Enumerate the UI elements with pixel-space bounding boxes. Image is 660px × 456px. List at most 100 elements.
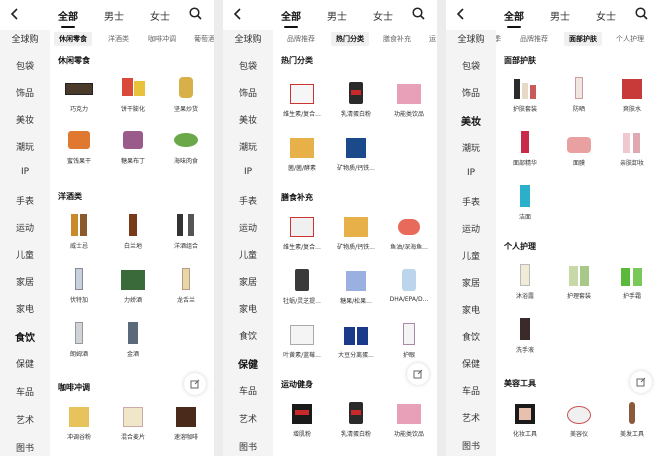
product-oyster[interactable]: 牡蛎/灵芝提...: [276, 267, 328, 305]
tab-women[interactable]: 女士: [596, 8, 616, 23]
sidebar-item-toys[interactable]: 潮玩: [223, 140, 273, 153]
product-liquor-set[interactable]: 洋酒组合: [160, 212, 212, 250]
product-gin[interactable]: 金酒: [107, 320, 159, 358]
product-minerals-2[interactable]: 矿物质/钙铁...: [330, 213, 382, 251]
product-candy[interactable]: 糖果布丁: [107, 127, 159, 165]
subtab-brands[interactable]: 品牌推荐: [287, 34, 315, 44]
product-sunscreen[interactable]: 防晒: [553, 75, 605, 113]
sidebar-item-sports[interactable]: 运动: [446, 222, 496, 235]
sidebar-item-ip[interactable]: IP: [223, 167, 273, 177]
product-minerals[interactable]: 矿物质/钙铁...: [330, 134, 382, 172]
sidebar-item-books[interactable]: 图书: [223, 440, 273, 453]
back-icon[interactable]: [10, 8, 20, 20]
product-oats[interactable]: 混合麦片: [107, 403, 159, 441]
product-pine[interactable]: 糖果/松果...: [330, 267, 382, 305]
product-dha[interactable]: DHA/EPA/D...: [383, 267, 435, 303]
product-vitamins-2[interactable]: 维生素/复合...: [276, 213, 328, 251]
sidebar-item-accessories[interactable]: 饰品: [0, 86, 50, 99]
sidebar-item-appliances[interactable]: 家电: [0, 302, 50, 315]
share-button[interactable]: [407, 363, 429, 385]
sidebar-item-beauty[interactable]: 美妆: [223, 113, 273, 126]
sidebar-item-global[interactable]: 全球购: [0, 32, 50, 45]
share-button[interactable]: [184, 373, 206, 395]
product-liqueur[interactable]: 力娇酒: [107, 266, 159, 304]
tab-all[interactable]: 全部: [58, 8, 78, 23]
subtab-season[interactable]: 季: [496, 34, 501, 44]
sidebar-item-watches[interactable]: 手表: [0, 194, 50, 207]
sidebar-item-watches[interactable]: 手表: [223, 194, 273, 207]
sidebar-item-global[interactable]: 全球购: [223, 32, 273, 45]
subtab-sports[interactable]: 运: [429, 34, 436, 44]
sidebar-item-beauty[interactable]: 美妆: [446, 113, 496, 128]
sidebar-item-art[interactable]: 艺术: [223, 412, 273, 425]
sidebar-item-art[interactable]: 艺术: [446, 411, 496, 424]
product-whey-2[interactable]: 乳清蛋白粉: [330, 400, 382, 438]
sidebar-item-ip[interactable]: IP: [446, 168, 496, 178]
sidebar-item-global[interactable]: 全球购: [446, 32, 496, 45]
sidebar-item-ip[interactable]: IP: [0, 167, 50, 177]
sidebar-item-toys[interactable]: 潮玩: [446, 141, 496, 154]
product-body-wash[interactable]: 沐浴露: [499, 262, 551, 300]
sidebar-item-car[interactable]: 车品: [0, 385, 50, 398]
sidebar-item-health[interactable]: 保健: [0, 357, 50, 370]
product-drinks-2[interactable]: 功能类饮品: [383, 400, 435, 438]
product-hand-wash[interactable]: 洗手液: [499, 316, 551, 354]
tab-men[interactable]: 男士: [550, 8, 570, 23]
product-lutein[interactable]: 叶黄素/蓝莓...: [276, 321, 328, 359]
product-makeup-tools[interactable]: 化妆工具: [499, 400, 551, 438]
product-rum[interactable]: 朗姆酒: [53, 320, 105, 358]
sidebar-item-books[interactable]: 图书: [0, 441, 50, 454]
search-icon[interactable]: [189, 7, 202, 20]
product-fish-oil[interactable]: 鱼油/深海鱼...: [383, 213, 435, 251]
sidebar-item-bags[interactable]: 包袋: [0, 59, 50, 72]
product-skincare-set[interactable]: 护肤套装: [499, 75, 551, 113]
product-instant-coffee[interactable]: 速溶咖啡: [160, 403, 212, 441]
tab-all[interactable]: 全部: [281, 8, 301, 23]
sidebar-item-accessories[interactable]: 饰品: [223, 86, 273, 99]
product-tequila[interactable]: 龙舌兰: [160, 266, 212, 304]
product-nuts[interactable]: 坚果炒货: [160, 75, 212, 113]
product-vitamins[interactable]: 维生素/复合...: [276, 80, 328, 118]
sidebar-item-health[interactable]: 保健: [446, 357, 496, 370]
product-hair-tools[interactable]: 美发工具: [606, 400, 658, 438]
sidebar-item-art[interactable]: 艺术: [0, 413, 50, 426]
product-biscuits[interactable]: 饼干膨化: [107, 75, 159, 113]
sidebar-item-food[interactable]: 食饮: [446, 330, 496, 343]
back-icon[interactable]: [456, 8, 466, 20]
tab-women[interactable]: 女士: [373, 8, 393, 23]
product-seafood[interactable]: 海味肉食: [160, 127, 212, 165]
subtab-supplements[interactable]: 膳食补充: [383, 34, 411, 44]
sidebar-item-food[interactable]: 食饮: [0, 329, 50, 344]
product-drinks[interactable]: 功能类饮品: [383, 80, 435, 118]
product-hand-cream[interactable]: 护手霜: [606, 262, 658, 300]
sidebar-item-home[interactable]: 家居: [223, 275, 273, 288]
product-cereal[interactable]: 冲调谷粉: [53, 403, 105, 441]
product-soy-protein[interactable]: 大豆分离蛋...: [330, 321, 382, 359]
sidebar-item-watches[interactable]: 手表: [446, 195, 496, 208]
sidebar-item-car[interactable]: 车品: [446, 384, 496, 397]
subtab-personal-care[interactable]: 个人护理: [616, 34, 644, 44]
product-chocolate[interactable]: 巧克力: [53, 75, 105, 113]
product-vodka[interactable]: 伏特加: [53, 266, 105, 304]
product-makeup-remover[interactable]: 亲肤卸妆: [606, 129, 658, 167]
sidebar-item-home[interactable]: 家居: [446, 276, 496, 289]
subtab-wine[interactable]: 葡萄酒: [194, 34, 214, 44]
product-mass-gainer[interactable]: 增肌粉: [276, 400, 328, 438]
product-whisky[interactable]: 威士忌: [53, 212, 105, 250]
sidebar-item-sports[interactable]: 运动: [223, 221, 273, 234]
product-toner[interactable]: 爽肤水: [606, 75, 658, 113]
tab-all[interactable]: 全部: [504, 8, 524, 23]
product-eye-care[interactable]: 护眼: [383, 321, 435, 359]
sidebar-item-car[interactable]: 车品: [223, 384, 273, 397]
sidebar-item-kids[interactable]: 儿童: [223, 248, 273, 261]
search-icon[interactable]: [635, 7, 648, 20]
product-cleanser[interactable]: 洁面: [499, 183, 551, 221]
subtab-hot[interactable]: 热门分类: [331, 32, 369, 46]
tab-men[interactable]: 男士: [327, 8, 347, 23]
sidebar-item-kids[interactable]: 儿童: [0, 248, 50, 261]
subtab-brands[interactable]: 品牌推荐: [520, 34, 548, 44]
tab-women[interactable]: 女士: [150, 8, 170, 23]
product-brandy[interactable]: 白兰地: [107, 212, 159, 250]
tab-men[interactable]: 男士: [104, 8, 124, 23]
product-whey[interactable]: 乳清蛋白粉: [330, 80, 382, 118]
